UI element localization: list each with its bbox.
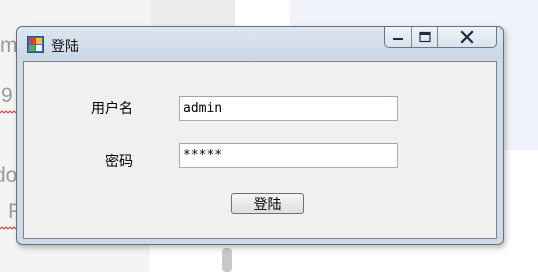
minimize-button[interactable] [385, 27, 412, 47]
minimize-icon [393, 38, 403, 40]
spellcheck-squiggle-2 [0, 226, 16, 230]
password-input[interactable] [179, 143, 398, 168]
maximize-button[interactable] [412, 27, 438, 47]
dialog-client-area: 用户名 密码 登陆 [23, 61, 497, 239]
password-label: 密码 [105, 154, 133, 170]
login-button[interactable]: 登陆 [231, 193, 304, 214]
caption-buttons [384, 27, 497, 48]
spellcheck-squiggle-1 [0, 110, 16, 114]
app-window-icon [27, 36, 44, 53]
close-button[interactable] [438, 27, 496, 47]
username-input[interactable] [179, 96, 398, 121]
background-text-2: 9 [1, 84, 13, 107]
background-text-3: do [0, 164, 18, 187]
close-icon [460, 30, 474, 44]
background-scrollbar-thumb [222, 248, 232, 272]
login-dialog-window: 登陆 用户名 密码 登陆 [16, 26, 504, 245]
window-title: 登陆 [51, 39, 79, 55]
background-text-1: m [0, 34, 18, 57]
maximize-icon [418, 31, 431, 43]
title-bar[interactable]: 登陆 [17, 27, 503, 60]
username-label: 用户名 [91, 101, 133, 117]
